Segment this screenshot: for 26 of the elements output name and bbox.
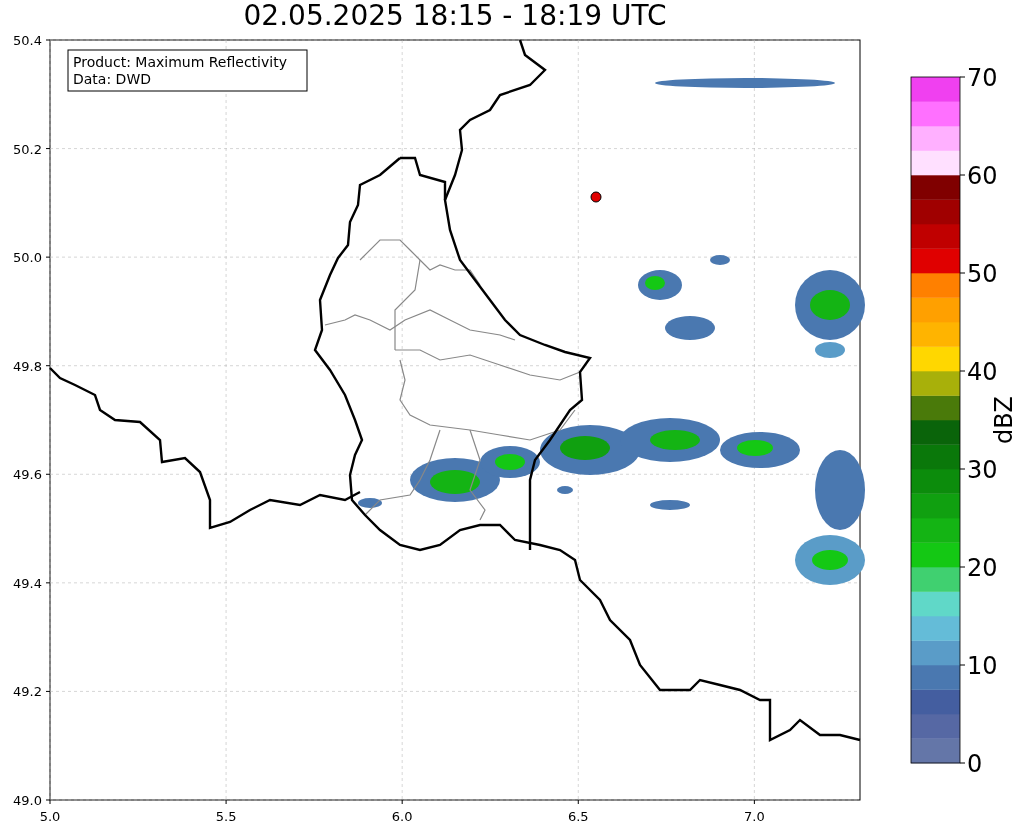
- colorbar-label: dBZ: [990, 395, 1018, 445]
- y-tick-label: 49.8: [13, 358, 42, 374]
- info-text: Product: Maximum Reflectivity: [73, 54, 287, 70]
- x-tick-label: 7.0: [744, 809, 765, 824]
- y-tick-label: 49.0: [13, 793, 42, 808]
- y-tick-label: 50.2: [13, 141, 42, 157]
- info-text: Data: DWD: [73, 71, 151, 87]
- colorbar-tick-label: 30: [967, 456, 998, 484]
- y-tick-label: 49.6: [13, 467, 42, 483]
- colorbar-tick-label: 20: [967, 554, 998, 582]
- colorbar-tick-label: 40: [967, 358, 998, 386]
- colorbar-tick-label: 60: [967, 162, 998, 190]
- y-tick-label: 49.4: [13, 575, 42, 591]
- y-tick-label: 49.2: [13, 684, 42, 700]
- x-tick-label: 5.0: [39, 809, 61, 824]
- y-tick-label: 50.4: [13, 33, 42, 48]
- y-tick-label: 50.0: [13, 250, 42, 266]
- colorbar-tick-label: 10: [967, 652, 998, 680]
- x-tick-label: 5.5: [215, 809, 237, 824]
- colorbar-tick-label: 70: [967, 64, 998, 92]
- chart-title: 02.05.2025 18:15 - 18:19 UTC: [243, 2, 667, 30]
- x-tick-label: 6.5: [567, 809, 589, 824]
- x-tick-label: 6.0: [391, 809, 413, 824]
- colorbar-tick-label: 50: [967, 260, 998, 288]
- colorbar-tick-label: 0: [967, 750, 983, 778]
- location-marker: [590, 191, 602, 203]
